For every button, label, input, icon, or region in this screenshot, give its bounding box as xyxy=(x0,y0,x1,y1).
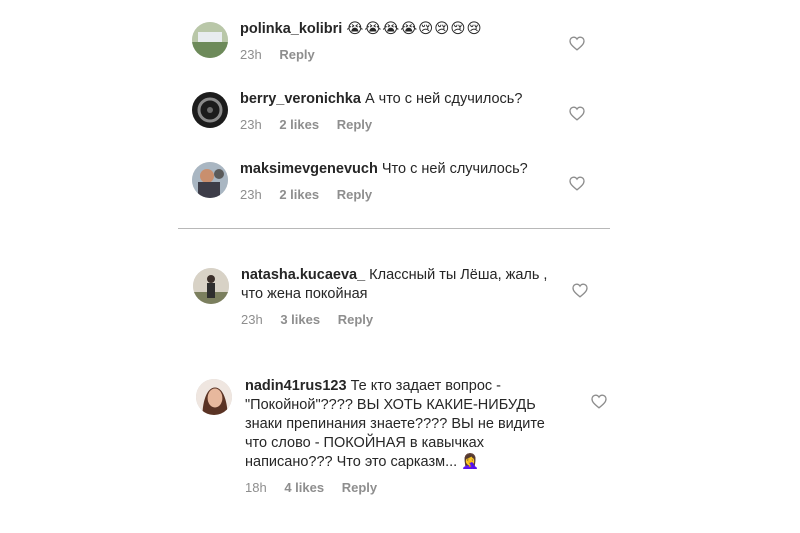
section-divider xyxy=(178,228,610,229)
avatar-photo-icon xyxy=(192,92,228,128)
comment-username[interactable]: nadin41rus123 xyxy=(245,378,347,394)
comment-username[interactable]: polinka_kolibri xyxy=(240,21,342,37)
avatar[interactable] xyxy=(192,22,228,58)
reply-button[interactable]: Reply xyxy=(342,480,377,495)
comment-meta: 23h 2 likes Reply xyxy=(240,115,560,134)
comment-text: Что с ней случилось? xyxy=(381,161,528,177)
likes-count[interactable]: 3 likes xyxy=(280,312,320,327)
likes-count[interactable]: 2 likes xyxy=(279,187,319,202)
comment-username[interactable]: maksimevgenevuch xyxy=(240,161,378,177)
avatar-photo-icon xyxy=(193,268,229,304)
comment-body: berry_veronichka А что с ней сдучилось? … xyxy=(240,90,560,134)
reply-button[interactable]: Reply xyxy=(338,312,373,327)
likes-count[interactable]: 4 likes xyxy=(284,480,324,495)
comment-body: natasha.kucaeva_ Классный ты Лёша, жаль … xyxy=(241,266,561,329)
comment-meta: 23h 3 likes Reply xyxy=(241,310,561,329)
reply-button[interactable]: Reply xyxy=(337,187,372,202)
avatar[interactable] xyxy=(192,92,228,128)
comment-body: nadin41rus123 Те кто задает вопрос - "По… xyxy=(245,377,565,497)
comment-time: 23h xyxy=(240,187,262,202)
avatar[interactable] xyxy=(192,162,228,198)
avatar-photo-icon xyxy=(192,22,228,58)
reply-button[interactable]: Reply xyxy=(279,47,314,62)
avatar-photo-icon xyxy=(192,162,228,198)
comment-time: 18h xyxy=(245,480,267,495)
avatar-photo-icon xyxy=(196,379,232,415)
like-heart-icon[interactable] xyxy=(569,106,585,121)
like-heart-icon[interactable] xyxy=(569,176,585,191)
comment-username[interactable]: natasha.kucaeva_ xyxy=(241,267,365,283)
reply-button[interactable]: Reply xyxy=(337,117,372,132)
comment-time: 23h xyxy=(241,312,263,327)
comment-time: 23h xyxy=(240,47,262,62)
like-heart-icon[interactable] xyxy=(569,36,585,51)
avatar[interactable] xyxy=(196,379,232,415)
like-heart-icon[interactable] xyxy=(591,394,607,409)
like-heart-icon[interactable] xyxy=(572,283,588,298)
comment-meta: 23h Reply xyxy=(240,45,560,64)
comment-meta: 23h 2 likes Reply xyxy=(240,185,560,204)
comment-body: polinka_kolibri 😭😭😭😭😢😢😢😢 23h Reply xyxy=(240,20,560,64)
comment-body: maksimevgenevuch Что с ней случилось? 23… xyxy=(240,160,560,204)
avatar[interactable] xyxy=(193,268,229,304)
comment-time: 23h xyxy=(240,117,262,132)
comment-text: А что с ней сдучилось? xyxy=(364,91,523,107)
likes-count[interactable]: 2 likes xyxy=(279,117,319,132)
comment-text: 😭😭😭😭😢😢😢😢 xyxy=(346,21,483,37)
comment-username[interactable]: berry_veronichka xyxy=(240,91,361,107)
comment-meta: 18h 4 likes Reply xyxy=(245,478,565,497)
